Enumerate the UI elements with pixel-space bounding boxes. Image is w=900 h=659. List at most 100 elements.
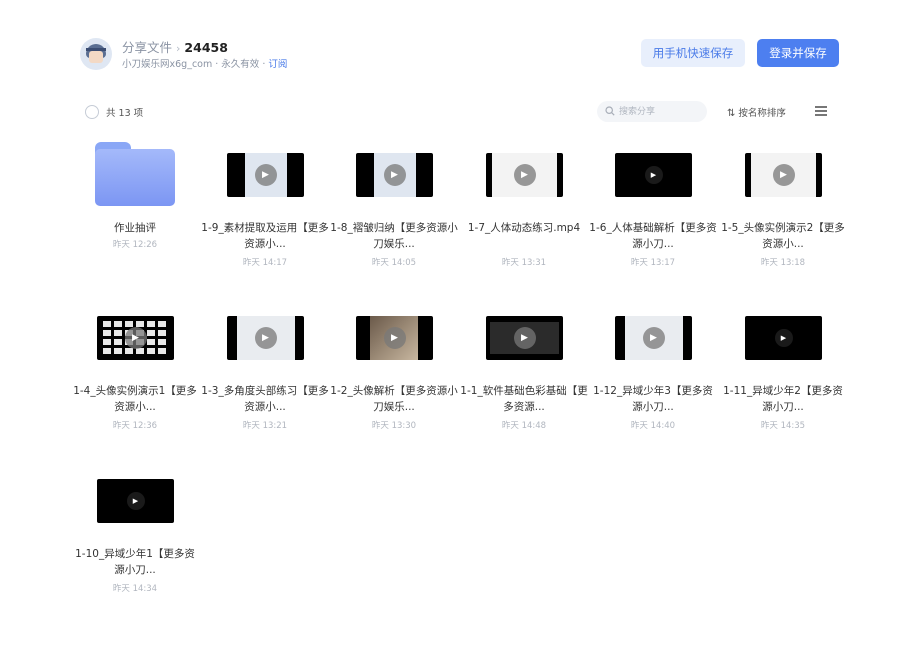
sort-icon: ⇅ [727, 108, 736, 119]
file-name: 1-7_人体动态练习.mp4 [467, 222, 581, 234]
video-preview: ▶ [227, 153, 304, 197]
file-thumbnail: ▶ [588, 303, 718, 375]
file-thumbnail: ▶ [329, 140, 459, 212]
video-file-item[interactable]: ▶ 1-6_人体基础解析【更多资源小刀... 昨天 13:17 [588, 140, 718, 290]
search-box[interactable] [597, 101, 707, 122]
breadcrumb-current: 24458 [184, 40, 228, 55]
play-icon: ▶ [642, 327, 665, 349]
file-thumbnail: ▶ [329, 303, 459, 375]
file-thumbnail: ▶ [200, 303, 330, 375]
owner-avatar [80, 38, 112, 70]
file-name: 1-9_素材提取及运用【更多资源小... [201, 222, 329, 250]
file-thumbnail: ▶ [588, 140, 718, 212]
video-file-item[interactable]: ▶ 1-5_头像实例演示2【更多资源小... 昨天 13:18 [718, 140, 848, 290]
owner-line: 小刀娱乐网x6g_com · 永久有效 · 订阅 [122, 56, 287, 70]
file-name: 1-10_异域少年1【更多资源小刀... [75, 548, 195, 576]
play-icon: ▶ [254, 327, 277, 349]
avatar-band [86, 48, 106, 51]
file-thumbnail: ▶ [718, 303, 848, 375]
play-icon: ▶ [383, 164, 406, 186]
file-toolbar: 共 13 项 ⇅按名称排序 [85, 100, 830, 124]
file-timestamp: 昨天 13:31 [501, 258, 547, 268]
video-preview: ▶ [486, 316, 563, 360]
owner-info: 小刀娱乐网x6g_com · 永久有效 · [122, 59, 269, 70]
video-file-item[interactable]: ▶ 1-9_素材提取及运用【更多资源小... 昨天 14:17 [200, 140, 330, 290]
list-menu-icon[interactable] [815, 106, 827, 116]
video-file-item[interactable]: ▶ 1-12_异域少年3【更多资源小刀... 昨天 14:40 [588, 303, 718, 453]
file-timestamp: 昨天 13:21 [242, 421, 288, 431]
video-file-item[interactable]: ▶ 1-4_头像实例演示1【更多资源小... 昨天 12:36 [70, 303, 200, 453]
video-file-item[interactable]: ▶ 1-7_人体动态练习.mp4 昨天 13:31 [459, 140, 589, 290]
play-icon: ▶ [126, 492, 145, 510]
subscribe-link[interactable]: 订阅 [268, 59, 287, 70]
video-preview: ▶ [615, 153, 692, 197]
play-icon: ▶ [513, 164, 536, 186]
file-thumbnail: ▶ [459, 140, 589, 212]
video-file-item[interactable]: ▶ 1-3_多角度头部练习【更多资源小... 昨天 13:21 [200, 303, 330, 453]
video-preview: ▶ [356, 316, 433, 360]
video-preview: ▶ [745, 316, 822, 360]
folder-item[interactable]: 作业抽评昨天 12:26 [70, 140, 200, 290]
breadcrumb-root[interactable]: 分享文件 [122, 40, 172, 55]
file-name: 1-2_头像解析【更多资源小刀娱乐... [330, 385, 458, 413]
file-name: 1-1_软件基础色彩基础【更多资源... [460, 385, 588, 413]
file-name: 1-11_异域少年2【更多资源小刀... [723, 385, 843, 413]
file-timestamp: 昨天 14:05 [371, 258, 417, 268]
play-icon: ▶ [383, 327, 406, 349]
search-icon [605, 106, 615, 116]
video-preview: ▶ [97, 316, 174, 360]
video-preview: ▶ [745, 153, 822, 197]
play-icon: ▶ [124, 327, 147, 349]
file-timestamp: 昨天 13:17 [630, 258, 676, 268]
file-name: 1-4_头像实例演示1【更多资源小... [73, 385, 197, 413]
avatar-face [89, 51, 103, 63]
file-timestamp: 昨天 13:18 [760, 258, 806, 268]
file-timestamp: 昨天 12:26 [112, 240, 158, 250]
share-header: 分享文件 › 24458 小刀娱乐网x6g_com · 永久有效 · 订阅 用手机快… [80, 36, 840, 76]
play-icon: ▶ [513, 327, 536, 349]
file-thumbnail: ▶ [459, 303, 589, 375]
video-file-item[interactable]: ▶ 1-1_软件基础色彩基础【更多资源... 昨天 14:48 [459, 303, 589, 453]
sort-label: 按名称排序 [738, 108, 786, 119]
login-save-button[interactable]: 登录并保存 [757, 39, 839, 67]
play-icon: ▶ [774, 329, 793, 347]
video-file-item[interactable]: ▶ 1-10_异域少年1【更多资源小刀... 昨天 14:34 [70, 466, 200, 616]
play-icon: ▶ [772, 164, 795, 186]
file-timestamp: 昨天 14:35 [760, 421, 806, 431]
file-timestamp: 昨天 13:30 [371, 421, 417, 431]
video-preview: ▶ [97, 479, 174, 523]
file-timestamp: 昨天 14:48 [501, 421, 547, 431]
play-icon: ▶ [254, 164, 277, 186]
file-name: 1-6_人体基础解析【更多资源小刀... [589, 222, 717, 250]
file-name: 1-3_多角度头部练习【更多资源小... [201, 385, 329, 413]
file-name: 作业抽评 [114, 222, 156, 234]
file-timestamp: 昨天 14:34 [112, 584, 158, 594]
play-icon: ▶ [644, 166, 663, 184]
file-timestamp: 昨天 12:36 [112, 421, 158, 431]
chevron-right-icon: › [176, 42, 181, 55]
file-timestamp: 昨天 14:40 [630, 421, 676, 431]
file-thumbnail: ▶ [70, 466, 200, 538]
breadcrumb: 分享文件 › 24458 [122, 37, 228, 56]
video-preview: ▶ [615, 316, 692, 360]
select-all-checkbox[interactable] [85, 105, 99, 119]
video-file-item[interactable]: ▶ 1-2_头像解析【更多资源小刀娱乐... 昨天 13:30 [329, 303, 459, 453]
item-count: 共 13 项 [106, 108, 144, 119]
video-preview: ▶ [356, 153, 433, 197]
file-name: 1-12_异域少年3【更多资源小刀... [593, 385, 713, 413]
video-file-item[interactable]: ▶ 1-8_褶皱归纳【更多资源小刀娱乐... 昨天 14:05 [329, 140, 459, 290]
file-name: 1-8_褶皱归纳【更多资源小刀娱乐... [330, 222, 458, 250]
folder-icon [95, 142, 175, 206]
folder-body [95, 149, 175, 206]
file-thumbnail: ▶ [718, 140, 848, 212]
video-preview: ▶ [486, 153, 563, 197]
file-thumbnail: ▶ [200, 140, 330, 212]
file-name: 1-5_头像实例演示2【更多资源小... [721, 222, 845, 250]
search-input[interactable] [619, 104, 699, 119]
video-preview: ▶ [227, 316, 304, 360]
file-thumbnail [70, 140, 200, 212]
sort-button[interactable]: ⇅ 按名称排序 [727, 105, 786, 119]
file-timestamp: 昨天 14:17 [242, 258, 288, 268]
video-file-item[interactable]: ▶ 1-11_异域少年2【更多资源小刀... 昨天 14:35 [718, 303, 848, 453]
phone-save-button[interactable]: 用手机快速保存 [641, 39, 745, 67]
